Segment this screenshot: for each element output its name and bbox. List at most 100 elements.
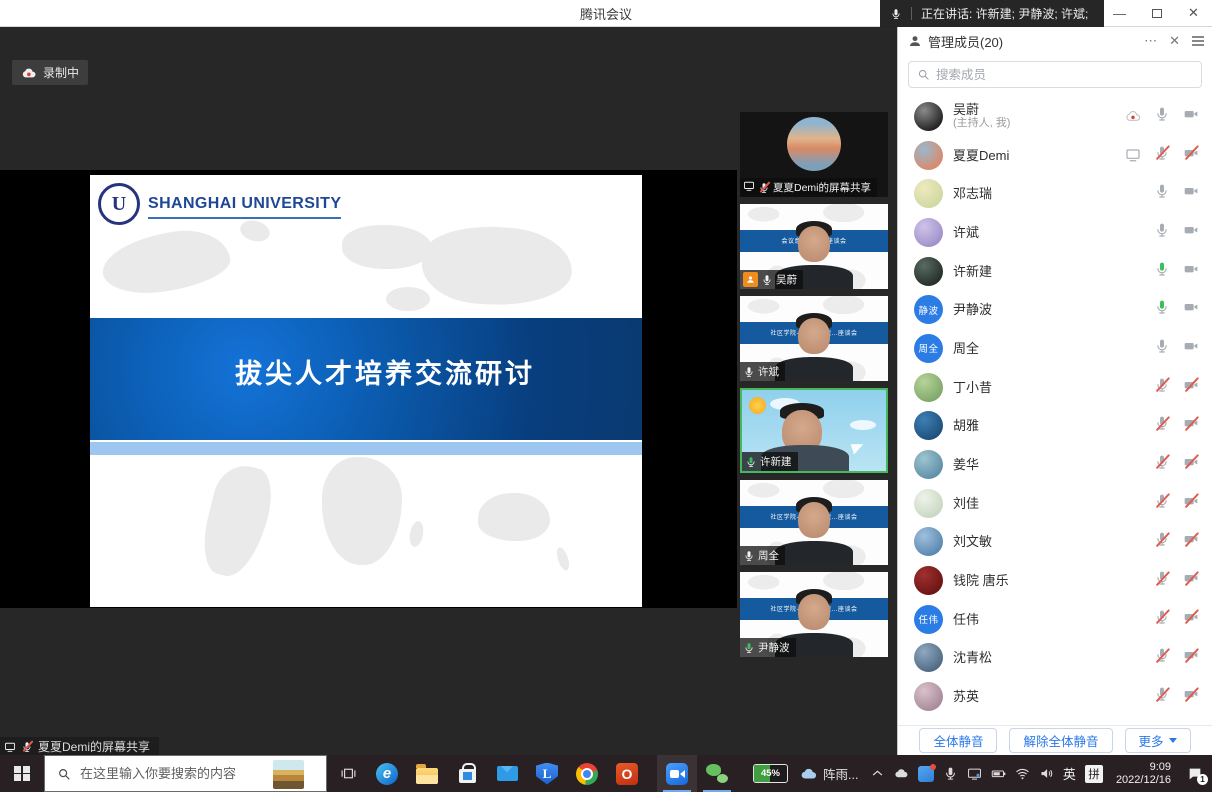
screen-share-icon [743, 180, 755, 192]
taskbar-app-chrome[interactable] [567, 755, 607, 792]
thumbnail-label: 尹静波 [758, 640, 790, 655]
avatar [914, 682, 943, 711]
taskbar-clock[interactable]: 9:09 2022/12/16 [1112, 761, 1175, 787]
member-row[interactable]: 许新建 [898, 252, 1212, 291]
member-row[interactable]: 钱院 唐乐 [898, 561, 1212, 600]
microphone-tray-icon[interactable] [943, 766, 958, 781]
camera-muted-icon [1183, 415, 1199, 431]
video-thumbnail[interactable]: 社区学院-钱伟长学院…座谈会许斌 [740, 296, 888, 381]
recording-badge[interactable]: 录制中 [12, 60, 88, 85]
more-button[interactable]: 更多 [1125, 728, 1191, 753]
member-name-block: 苏英 [953, 689, 979, 704]
mic-on-icon [761, 274, 773, 286]
member-name-block: 钱院 唐乐 [953, 573, 1009, 588]
ime-language-indicator[interactable]: 英 [1063, 764, 1076, 783]
taskbar-search-box[interactable] [44, 755, 327, 792]
avatar [914, 527, 943, 556]
record-cloud-icon [1125, 108, 1141, 124]
unmute-all-button[interactable]: 解除全体静音 [1009, 728, 1112, 753]
weather-widget[interactable]: 阵雨... [800, 764, 858, 783]
member-name-block: 胡雅 [953, 418, 979, 433]
member-row[interactable]: 沈青松 [898, 639, 1212, 678]
screen-share-icon [1125, 147, 1141, 163]
show-hidden-icons-caret[interactable] [870, 766, 885, 781]
wifi-status-icon[interactable] [1015, 766, 1030, 781]
video-thumbnail[interactable]: 夏夏Demi的屏幕共享 [740, 112, 888, 197]
member-row[interactable]: 刘佳 [898, 484, 1212, 523]
minimize-button[interactable]: — [1101, 0, 1138, 26]
member-search-box[interactable] [908, 61, 1202, 88]
camera-muted-icon [1183, 377, 1199, 393]
mute-all-button[interactable]: 全体静音 [919, 728, 997, 753]
video-thumbnail[interactable]: 社区学院-钱伟长学院…座谈会尹静波 [740, 572, 888, 657]
cloud-tray-icon[interactable] [894, 766, 909, 781]
windows-taskbar: e L O 45% 阵雨... 英 拼 9:09 2022/12/16 1 [0, 755, 1212, 792]
member-name-block: 丁小昔 [953, 380, 992, 395]
member-row[interactable]: 姜华 [898, 445, 1212, 484]
battery-status-icon[interactable] [991, 766, 1006, 781]
taskbar-search-input[interactable] [80, 766, 286, 781]
taskbar-app-office[interactable]: O [607, 755, 647, 792]
member-row[interactable]: 胡雅 [898, 407, 1212, 446]
close-panel-icon[interactable]: ✕ [1169, 33, 1180, 49]
mic-on-icon [1154, 338, 1170, 354]
thumbnail-label: 吴蔚 [776, 272, 797, 287]
screencast-tray-icon[interactable] [967, 766, 982, 781]
member-row[interactable]: 吴蔚(主持人, 我) [898, 97, 1212, 136]
mic-muted-icon [1154, 647, 1170, 663]
member-row[interactable]: 夏夏Demi [898, 136, 1212, 175]
taskbar-app-edge[interactable]: e [367, 755, 407, 792]
member-row[interactable]: 静波尹静波 [898, 290, 1212, 329]
avatar: 静波 [914, 295, 943, 324]
mic-active-icon [743, 642, 755, 654]
taskbar-app-wechat[interactable] [697, 755, 737, 792]
notification-count-badge: 1 [1197, 774, 1208, 785]
ime-pinyin-indicator[interactable]: 拼 [1085, 765, 1103, 783]
video-thumbnail[interactable]: 社区学院-钱伟长学院…座谈会周全 [740, 480, 888, 565]
member-row[interactable]: 刘文敏 [898, 523, 1212, 562]
taskbar-app-mail[interactable] [487, 755, 527, 792]
taskbar-app-explorer[interactable] [407, 755, 447, 792]
chevron-down-icon [1169, 738, 1177, 743]
search-highlight-image[interactable] [273, 760, 304, 789]
avatar [914, 141, 943, 170]
battery-widget[interactable]: 45% [753, 764, 788, 783]
video-thumbnail[interactable]: 会议意见交流…座谈会吴蔚 [740, 204, 888, 289]
taskbar-app-meeting[interactable] [657, 755, 697, 792]
panel-menu-icon[interactable] [1192, 34, 1204, 48]
video-thumbnail-strip: 夏夏Demi的屏幕共享会议意见交流…座谈会吴蔚社区学院-钱伟长学院…座谈会许斌许… [740, 112, 888, 657]
app-tray-icon-with-badge[interactable] [918, 766, 934, 782]
search-icon [57, 767, 71, 781]
screen-share-icon [4, 741, 16, 753]
taskbar-app-browser-l[interactable]: L [527, 755, 567, 792]
close-button[interactable]: ✕ [1175, 0, 1212, 26]
member-search-input[interactable] [936, 68, 1193, 82]
camera-on-icon [1183, 183, 1199, 199]
notification-center-button[interactable]: 1 [1184, 764, 1206, 784]
member-row[interactable]: 苏英 [898, 677, 1212, 716]
mic-muted-icon [1154, 609, 1170, 625]
thumbnail-label: 许斌 [758, 364, 779, 379]
more-options-icon[interactable]: ⋯ [1144, 33, 1157, 49]
member-name-block: 沈青松 [953, 650, 992, 665]
video-thumbnail[interactable]: 许新建 [740, 388, 888, 473]
taskbar-app-store[interactable] [447, 755, 487, 792]
member-row[interactable]: 许斌 [898, 213, 1212, 252]
member-row[interactable]: 邓志瑞 [898, 174, 1212, 213]
meeting-main-area: U SHANGHAI UNIVERSITY 拔尖人才培养交流研讨 录制中 夏夏D… [0, 27, 897, 755]
member-row[interactable]: 丁小昔 [898, 368, 1212, 407]
speaking-indicator-toast: 正在讲话: 许新建; 尹静波; 许斌; [880, 0, 1104, 27]
member-row[interactable]: 周全周全 [898, 329, 1212, 368]
task-view-button[interactable] [331, 755, 365, 792]
slide-title: 拔尖人才培养交流研讨 [235, 352, 535, 391]
avatar [914, 179, 943, 208]
volume-status-icon[interactable] [1039, 766, 1054, 781]
maximize-button[interactable] [1138, 0, 1175, 26]
office-icon: O [616, 763, 638, 785]
camera-muted-icon [1183, 145, 1199, 161]
start-button[interactable] [0, 755, 44, 792]
weather-cloud-icon [800, 765, 818, 783]
camera-on-icon [1183, 261, 1199, 277]
members-icon [908, 34, 922, 48]
member-row[interactable]: 任伟任伟 [898, 600, 1212, 639]
